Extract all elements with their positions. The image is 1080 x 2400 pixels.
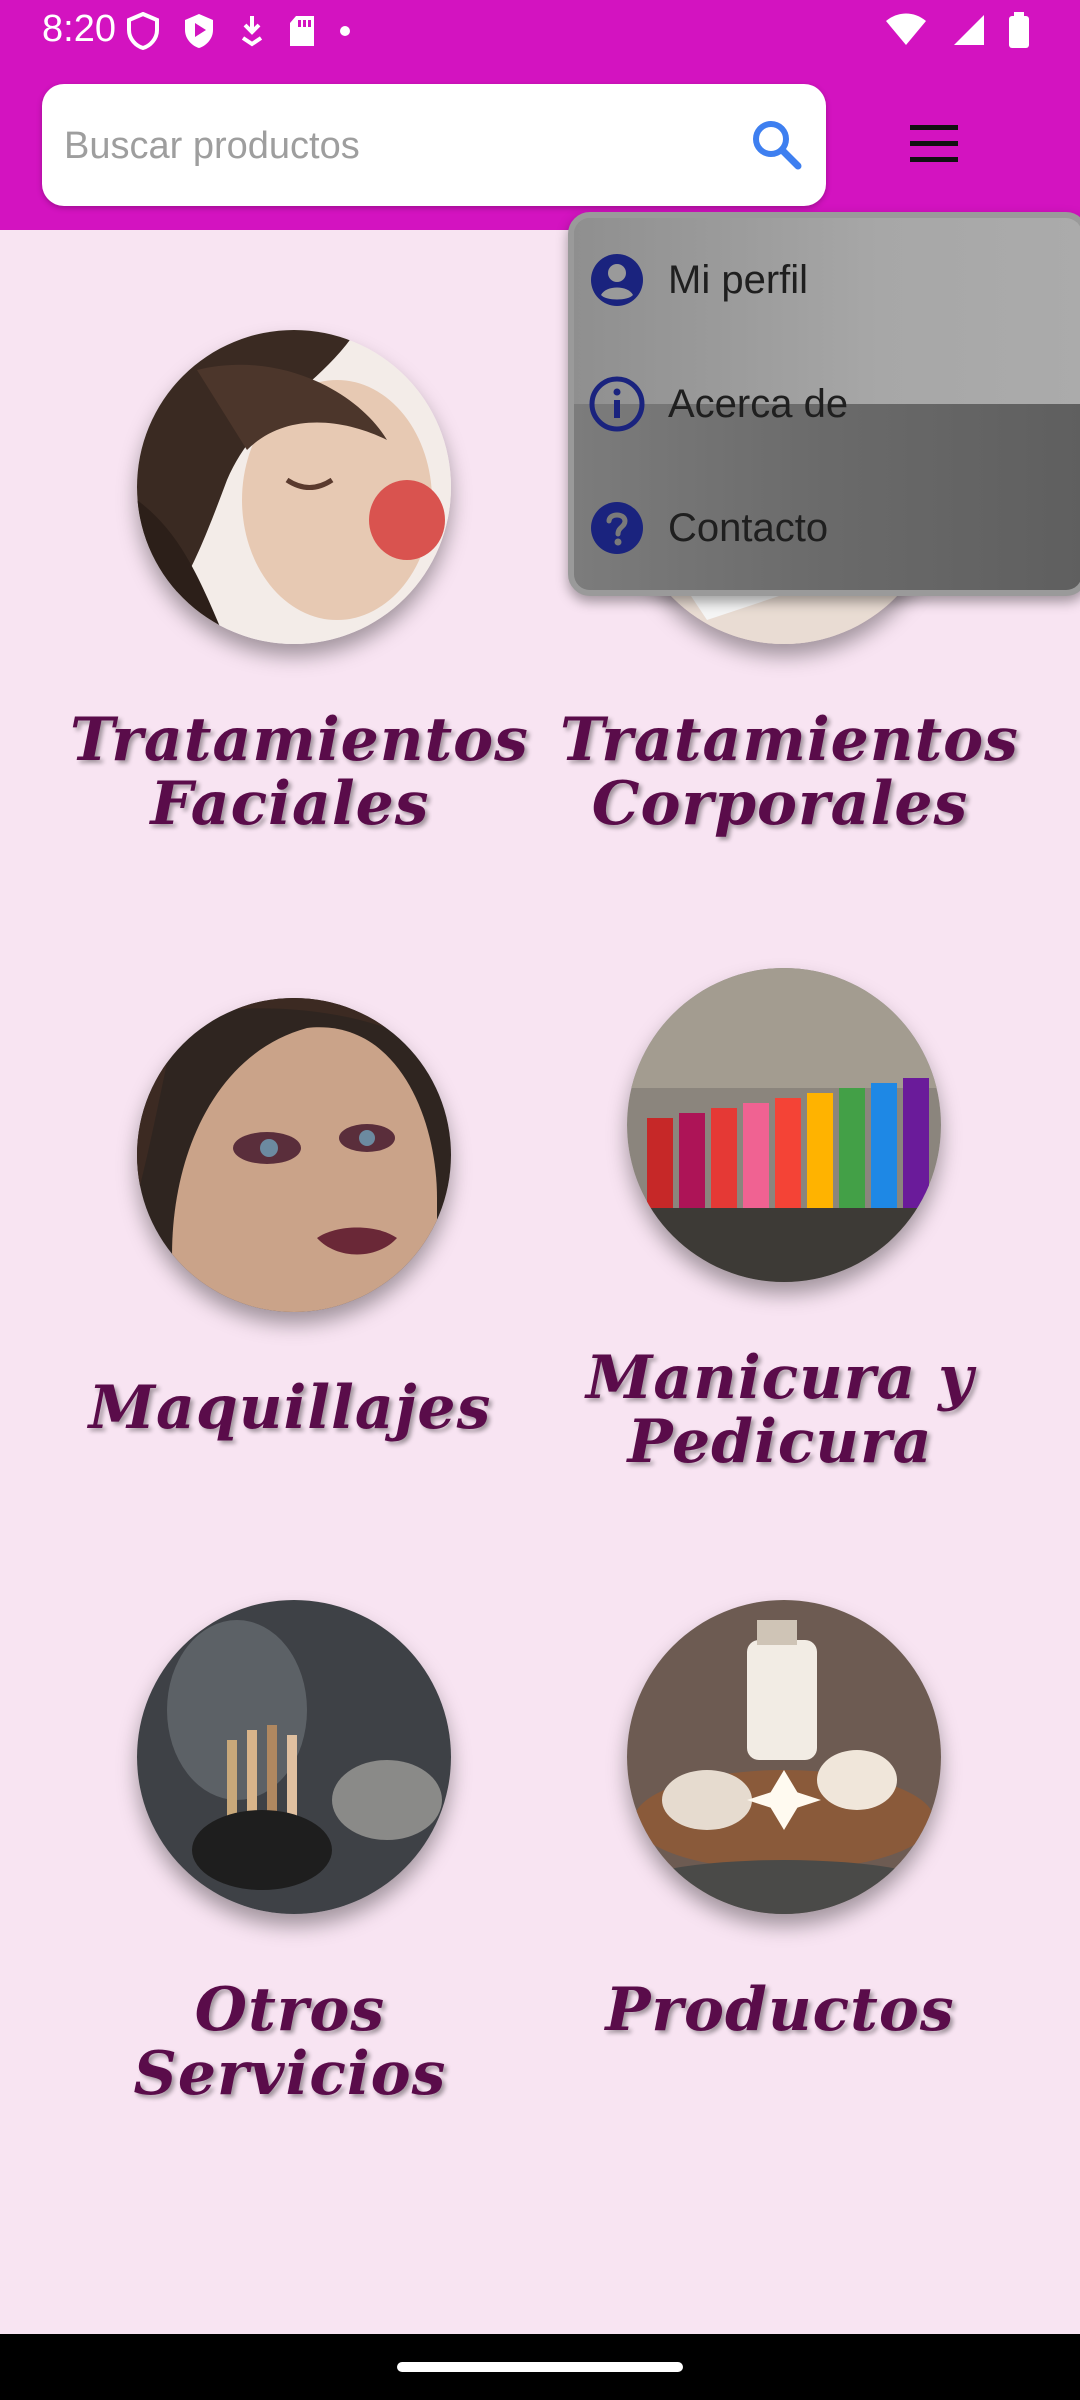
category-image [137, 998, 451, 1312]
status-right-icons [884, 12, 1030, 48]
category-label: Productos [605, 1975, 955, 2045]
category-productos[interactable]: Productos [560, 1570, 980, 2090]
category-tratamientos-faciales[interactable]: Tratamientos Faciales [70, 300, 528, 836]
account-circle-icon [591, 254, 643, 306]
search-bar[interactable] [42, 84, 826, 206]
status-time: 8:20 [42, 8, 116, 50]
dot-icon [340, 26, 350, 36]
category-image [627, 968, 941, 1282]
category-label: Otros Servicios [133, 1975, 447, 2109]
sd-card-icon [290, 16, 314, 46]
category-otros-servicios[interactable]: Otros Servicios [70, 1570, 490, 2106]
category-maquillajes[interactable]: Maquillajes [70, 968, 490, 1488]
category-image [137, 330, 451, 644]
menu-item-acerca-de[interactable]: Acerca de [574, 342, 1080, 466]
menu-item-label: Acerca de [668, 381, 849, 426]
overflow-menu: Mi perfil Acerca de Contacto [568, 212, 1080, 596]
shield-icon [127, 12, 159, 50]
app-bar: 8:20 [0, 0, 1080, 230]
wifi-icon [886, 13, 926, 45]
signal-icon [954, 15, 984, 45]
category-image [137, 1600, 451, 1914]
category-label: Maquillajes [88, 1373, 492, 1443]
search-input[interactable] [62, 112, 746, 180]
hamburger-menu-icon[interactable] [900, 115, 968, 173]
play-icon [185, 14, 213, 48]
info-icon [589, 376, 645, 432]
menu-item-label: Mi perfil [668, 257, 809, 302]
menu-item-mi-perfil[interactable]: Mi perfil [574, 218, 1080, 342]
download-icon [241, 16, 263, 47]
category-label: Manicura y Pedicura [585, 1343, 975, 1477]
search-icon[interactable] [748, 116, 804, 172]
help-icon [591, 502, 643, 554]
menu-item-contacto[interactable]: Contacto [574, 466, 1080, 590]
category-manicura-pedicura[interactable]: Manicura y Pedicura [560, 938, 980, 1474]
category-label: Tratamientos Corporales [560, 705, 1019, 839]
category-label: Tratamientos Faciales [70, 705, 529, 839]
battery-icon [1009, 12, 1029, 48]
home-gesture-handle[interactable] [397, 2362, 683, 2372]
category-image [627, 1600, 941, 1914]
menu-item-label: Contacto [668, 505, 829, 550]
status-left-icons [126, 12, 352, 50]
